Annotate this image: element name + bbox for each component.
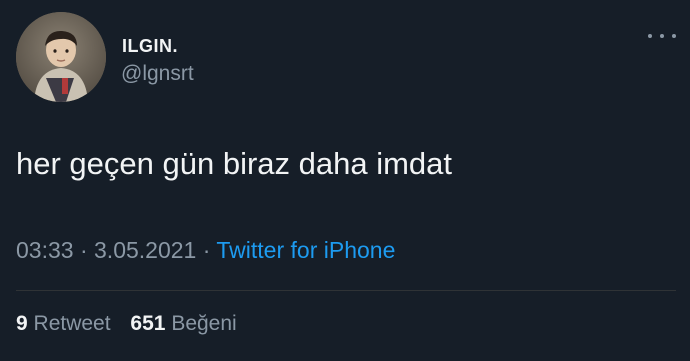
tweet-time[interactable]: 03:33 (16, 237, 74, 263)
retweets-count: 9 (16, 312, 28, 335)
retweets-stat[interactable]: 9 Retweet (16, 312, 111, 336)
more-dot (648, 34, 652, 38)
tweet-date[interactable]: 3.05.2021 (94, 237, 196, 263)
tweet-text: her geçen gün biraz daha imdat (16, 146, 453, 181)
meta-separator: · (79, 237, 88, 263)
likes-count: 651 (130, 312, 166, 335)
more-dot (660, 34, 664, 38)
avatar[interactable] (16, 12, 106, 102)
tweet-meta: 03:33 · 3.05.2021 · Twitter for iPhone (16, 237, 395, 264)
more-dot (672, 34, 676, 38)
divider (16, 290, 676, 291)
tweet-source-link[interactable]: Twitter for iPhone (216, 237, 395, 263)
likes-stat[interactable]: 651 Beğeni (130, 312, 236, 336)
tweet-stats: 9 Retweet 651 Beğeni (16, 312, 237, 336)
tweet-card: ILGIN. @lgnsrt her geçen gün biraz daha … (0, 0, 690, 361)
meta-separator: · (202, 237, 211, 263)
more-options-icon[interactable] (648, 30, 676, 42)
author-display-name[interactable]: ILGIN. (122, 36, 178, 57)
likes-label: Beğeni (171, 312, 237, 335)
avatar-photo-icon (16, 12, 106, 102)
author-handle[interactable]: @lgnsrt (121, 62, 194, 86)
retweets-label: Retweet (33, 312, 111, 335)
